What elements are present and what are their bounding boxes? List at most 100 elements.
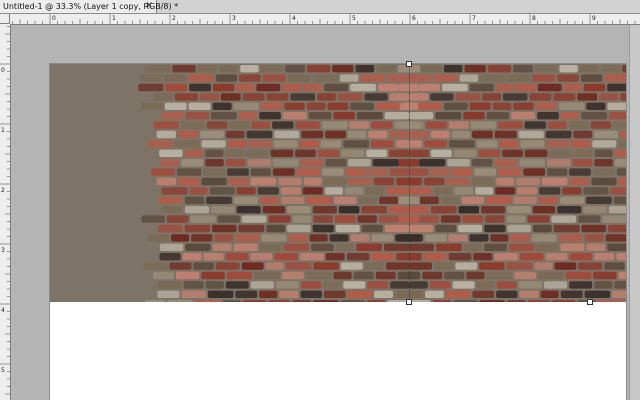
vertical-ruler[interactable]: 0 1 2 3 4 5 <box>0 24 11 400</box>
brick <box>616 253 626 261</box>
brick <box>256 83 281 92</box>
brick <box>268 215 291 223</box>
brick <box>343 140 369 148</box>
horizontal-ruler[interactable]: 0 1 2 3 4 5 6 7 8 9 <box>10 14 640 25</box>
brick <box>545 130 572 139</box>
document-tab[interactable]: Untitled-1 @ 33.3% (Layer 1 copy, RGB/8)… <box>0 0 178 13</box>
brick <box>436 243 462 251</box>
brick <box>557 206 582 214</box>
brick <box>313 262 339 270</box>
brick <box>189 187 208 195</box>
brick <box>459 74 479 82</box>
brick <box>516 83 536 92</box>
brick <box>507 224 531 233</box>
brick <box>325 159 347 167</box>
brick <box>419 159 446 167</box>
brick <box>513 65 533 73</box>
brick <box>447 159 470 167</box>
brick <box>284 102 305 110</box>
brick <box>534 262 553 270</box>
brick <box>496 177 515 186</box>
brick <box>507 300 526 302</box>
brick <box>527 300 550 302</box>
brick <box>409 300 431 302</box>
brick <box>472 290 495 298</box>
brick <box>278 177 302 186</box>
brick <box>614 159 626 167</box>
brick <box>384 243 409 251</box>
brick <box>181 290 206 298</box>
ruler-tick-label: 3 <box>1 247 5 254</box>
brick <box>225 159 246 167</box>
brick <box>513 102 534 110</box>
vertical-scrollbar[interactable] <box>629 25 640 400</box>
brick <box>435 112 462 120</box>
brick <box>199 93 219 101</box>
brick <box>259 112 281 120</box>
brick <box>583 187 609 195</box>
ruler-tick-label: 1 <box>112 15 116 22</box>
brick <box>166 215 189 223</box>
brick <box>445 290 471 298</box>
brick <box>288 234 308 242</box>
brick <box>206 121 228 129</box>
transform-handle-top[interactable] <box>406 61 412 67</box>
brick <box>394 121 420 129</box>
brick <box>600 65 621 73</box>
brick <box>261 234 287 242</box>
brick <box>547 168 568 176</box>
brick-texture-layer[interactable] <box>50 64 626 302</box>
brick <box>364 262 384 270</box>
brick <box>364 93 388 101</box>
brick <box>236 206 261 214</box>
brick <box>207 290 234 298</box>
transform-handle-bottom-right[interactable] <box>587 299 593 305</box>
brick <box>401 102 420 110</box>
transform-center-line <box>409 64 410 302</box>
brick <box>373 177 394 186</box>
brick <box>558 234 583 242</box>
brick <box>296 168 320 176</box>
transform-handle-bottom[interactable] <box>406 299 412 305</box>
brick <box>325 130 346 139</box>
brick <box>540 290 559 298</box>
brick <box>161 112 184 120</box>
brick <box>594 130 618 139</box>
brick <box>571 140 591 148</box>
brick <box>384 224 409 233</box>
brick <box>259 290 278 298</box>
ruler-origin-corner[interactable] <box>0 14 10 24</box>
brick <box>560 243 585 251</box>
brick <box>538 271 564 280</box>
brick <box>257 187 279 195</box>
brick <box>433 74 458 82</box>
brick <box>390 281 409 289</box>
brick <box>395 290 420 298</box>
brick <box>510 234 530 242</box>
brick <box>476 281 495 289</box>
brick <box>461 196 484 204</box>
brick <box>453 300 478 302</box>
close-icon[interactable]: ✕ <box>145 0 153 13</box>
brick <box>619 130 626 139</box>
brick <box>594 281 613 289</box>
brick <box>368 168 388 176</box>
brick <box>524 149 548 157</box>
brick <box>322 168 344 176</box>
brick <box>182 253 202 261</box>
brick <box>429 281 451 289</box>
brick <box>531 234 557 242</box>
brick <box>345 168 367 176</box>
brick <box>612 290 626 298</box>
brick <box>496 281 517 289</box>
brick <box>205 281 224 289</box>
brick <box>519 159 545 167</box>
brick <box>544 281 568 289</box>
brick <box>329 234 349 242</box>
brick <box>300 290 322 298</box>
brick <box>499 140 519 148</box>
brick <box>551 215 577 223</box>
brick <box>592 168 615 176</box>
brick <box>366 149 388 157</box>
brick <box>448 234 468 242</box>
